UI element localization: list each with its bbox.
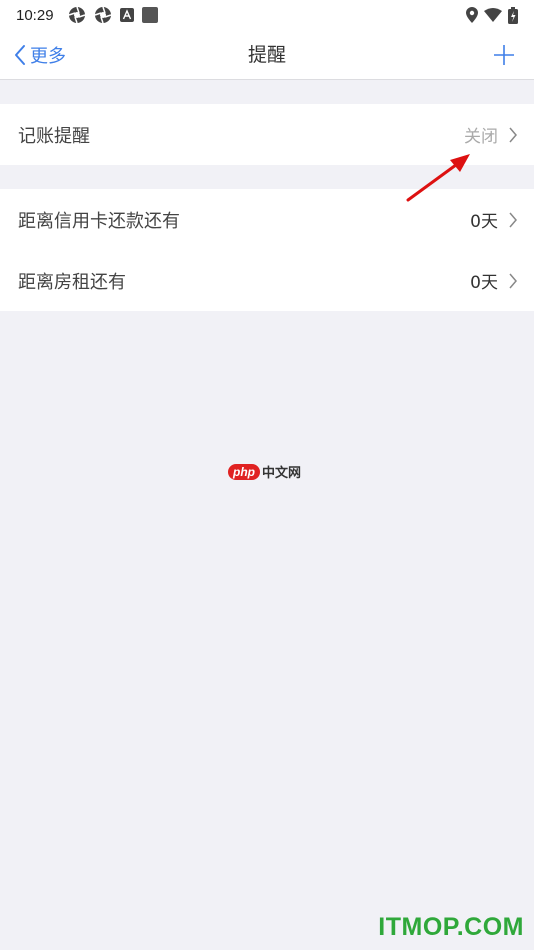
- chevron-left-icon: [15, 45, 25, 65]
- row-right: 0天: [470, 207, 518, 232]
- row-right: 关闭: [464, 122, 518, 147]
- back-label: 更多: [30, 46, 66, 67]
- add-icon[interactable]: [492, 43, 516, 67]
- row-label: 距离信用卡还款还有: [18, 210, 180, 232]
- row-value: 关闭: [464, 127, 498, 147]
- status-time: 10:29: [16, 6, 54, 24]
- php-badge: php: [228, 463, 260, 480]
- list-item-credit-card[interactable]: 距离信用卡还款还有 0天: [0, 189, 534, 250]
- reminder-group-accounting: 记账提醒 关闭: [0, 104, 534, 165]
- chevron-right-icon: [509, 127, 517, 142]
- status-icons-right: [466, 6, 518, 24]
- page-title: 提醒: [247, 44, 286, 66]
- list-item-accounting-reminder[interactable]: 记账提醒 关闭: [0, 104, 534, 165]
- status-icons-left: [68, 6, 158, 24]
- php-text: 中文网: [262, 466, 302, 481]
- row-label: 距离房租还有: [18, 271, 126, 293]
- location-icon: [466, 7, 478, 23]
- site-watermark: ITMOP.COM: [378, 913, 524, 941]
- back-button[interactable]: 更多: [14, 30, 66, 80]
- square-icon: [141, 7, 158, 23]
- php-watermark: php 中文网: [228, 462, 301, 481]
- row-value: 0天: [470, 273, 498, 293]
- row-value: 0天: [470, 212, 498, 232]
- aperture-icon: [68, 6, 85, 24]
- reminder-group-countdown: 距离信用卡还款还有 0天 距离房租还有 0天: [0, 189, 534, 311]
- row-right: 0天: [470, 268, 518, 293]
- battery-icon: [508, 6, 518, 24]
- list-item-rent[interactable]: 距离房租还有 0天: [0, 250, 534, 311]
- status-bar: 10:29: [0, 0, 534, 30]
- row-label: 记账提醒: [18, 125, 90, 147]
- wifi-icon: [484, 8, 502, 22]
- chevron-right-icon: [509, 212, 517, 227]
- nav-bar: 更多 提醒: [0, 30, 534, 80]
- chevron-right-icon: [509, 273, 517, 288]
- app-a-icon: [119, 8, 134, 22]
- aperture-icon: [94, 6, 111, 24]
